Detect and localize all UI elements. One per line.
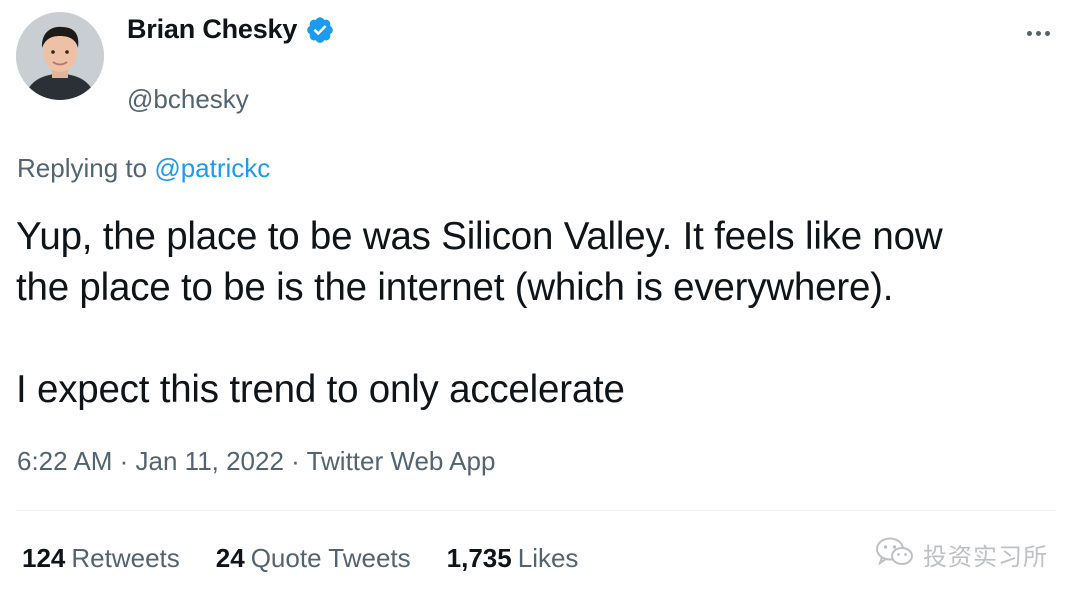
replying-prefix: Replying to — [17, 153, 155, 183]
quote-tweets-stat[interactable]: 24 Quote Tweets — [216, 543, 411, 574]
retweets-label: Retweets — [71, 543, 180, 573]
tweet-line: Yup, the place to be was Silicon Valley.… — [16, 215, 943, 258]
wechat-icon — [875, 536, 915, 573]
more-dot-icon — [1044, 30, 1050, 36]
meta-separator: · — [283, 446, 307, 476]
tweet-source-link[interactable]: Twitter Web App — [307, 446, 496, 476]
likes-label: Likes — [517, 543, 579, 573]
watermark-text: 投资实习所 — [923, 543, 1048, 571]
meta-separator: · — [112, 446, 136, 476]
avatar[interactable] — [16, 12, 104, 100]
more-options-button[interactable] — [1018, 18, 1058, 48]
author-row: Brian Chesky — [127, 14, 335, 45]
tweet-text: Yup, the place to be was Silicon Valley.… — [16, 211, 1066, 415]
likes-stat[interactable]: 1,735 Likes — [447, 543, 579, 574]
verified-badge-icon — [305, 15, 335, 45]
tweet-line: I expect this trend to only accelerate — [16, 368, 625, 411]
tweet-card: Brian Chesky @bchesky Replying to @patri… — [0, 0, 1080, 598]
divider — [16, 510, 1056, 511]
retweets-count: 124 — [22, 543, 66, 573]
profile-photo-icon — [16, 12, 104, 100]
quote-tweets-label: Quote Tweets — [250, 543, 411, 573]
user-handle[interactable]: @bchesky — [127, 84, 249, 115]
quote-tweets-count: 24 — [215, 543, 245, 573]
reply-mention-link[interactable]: @patrickc — [154, 153, 270, 183]
reply-context: Replying to @patrickc — [17, 153, 270, 184]
tweet-meta: 6:22 AM · Jan 11, 2022 · Twitter Web App — [17, 446, 495, 477]
watermark: 投资实习所 — [875, 536, 1048, 573]
more-dot-icon — [1035, 30, 1041, 36]
retweets-stat[interactable]: 124 Retweets — [22, 543, 180, 574]
tweet-date[interactable]: Jan 11, 2022 — [136, 446, 284, 476]
more-dot-icon — [1026, 30, 1032, 36]
engagement-stats: 124 Retweets 24 Quote Tweets 1,735 Likes — [22, 543, 578, 574]
display-name[interactable]: Brian Chesky — [127, 14, 297, 45]
tweet-line: the place to be is the internet (which i… — [16, 266, 894, 309]
likes-count: 1,735 — [446, 543, 512, 573]
tweet-time[interactable]: 6:22 AM — [17, 446, 112, 476]
